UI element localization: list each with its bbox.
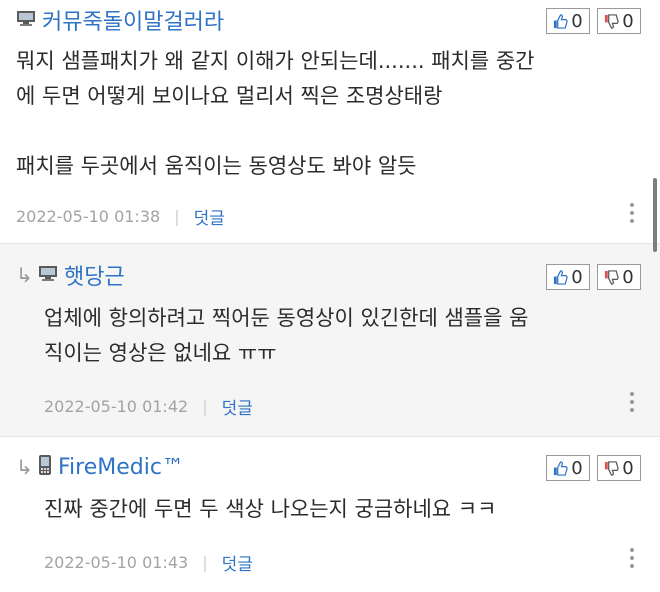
more-options-icon[interactable] bbox=[630, 392, 634, 412]
comment-header: 커뮤죽돌이말걸러라 bbox=[16, 5, 224, 35]
comment-text: 뭐지 샘플패치가 왜 같지 이해가 안되는데....... 패치를 중간 에 두… bbox=[16, 49, 535, 178]
comment-meta: 2022-05-10 01:38 | 덧글 bbox=[16, 204, 225, 229]
scrollbar[interactable] bbox=[653, 178, 657, 252]
reply-link[interactable]: 덧글 bbox=[222, 550, 253, 575]
comment-meta: 2022-05-10 01:43 | 덧글 bbox=[44, 550, 253, 575]
downvote-count: 0 bbox=[622, 457, 634, 479]
downvote-count: 0 bbox=[622, 266, 634, 288]
upvote-count: 0 bbox=[571, 10, 583, 32]
more-options-icon[interactable] bbox=[630, 548, 634, 568]
thumb-up-icon bbox=[554, 13, 568, 29]
upvote-button[interactable]: 0 bbox=[546, 455, 590, 481]
divider: | bbox=[202, 553, 208, 572]
comment-header: ↳ 햇당근 bbox=[16, 260, 125, 290]
reply-arrow-icon: ↳ bbox=[16, 263, 33, 287]
comment-author[interactable]: FireMedic™ bbox=[58, 455, 184, 480]
reply-link[interactable]: 덧글 bbox=[222, 394, 253, 419]
comment-text: 업체에 항의하려고 찍어둔 동영상이 있긴한데 샘플을 움 직이는 영상은 없네… bbox=[44, 306, 529, 365]
downvote-button[interactable]: 0 bbox=[597, 264, 641, 290]
upvote-count: 0 bbox=[571, 266, 583, 288]
comment-meta: 2022-05-10 01:42 | 덧글 bbox=[44, 394, 253, 419]
upvote-button[interactable]: 0 bbox=[546, 264, 590, 290]
vote-buttons: 0 0 bbox=[546, 455, 641, 481]
mobile-phone-icon bbox=[38, 454, 52, 480]
thumb-down-icon bbox=[605, 269, 619, 285]
reply-link[interactable]: 덧글 bbox=[194, 204, 225, 229]
comment-date: 2022-05-10 01:42 bbox=[44, 397, 189, 416]
downvote-count: 0 bbox=[622, 10, 634, 32]
thumb-up-icon bbox=[554, 460, 568, 476]
comment-author[interactable]: 커뮤죽돌이말걸러라 bbox=[42, 4, 224, 36]
thumb-up-icon bbox=[554, 269, 568, 285]
comment-text: 진짜 중간에 두면 두 색상 나오는지 궁금하네요 ㅋㅋ bbox=[44, 497, 497, 521]
comment-item: ↳ FireMedic™ 0 0 진짜 중간에 두면 두 색상 나오는지 궁금하… bbox=[0, 437, 660, 592]
more-options-icon[interactable] bbox=[630, 203, 634, 223]
reply-arrow-icon: ↳ bbox=[16, 455, 33, 479]
computer-icon bbox=[16, 10, 36, 30]
thumb-down-icon bbox=[605, 13, 619, 29]
comment-date: 2022-05-10 01:43 bbox=[44, 553, 189, 572]
vote-buttons: 0 0 bbox=[546, 8, 641, 34]
divider: | bbox=[174, 207, 180, 226]
upvote-count: 0 bbox=[571, 457, 583, 479]
upvote-button[interactable]: 0 bbox=[546, 8, 590, 34]
computer-icon bbox=[38, 265, 58, 285]
comment-header: ↳ FireMedic™ bbox=[16, 452, 184, 482]
divider: | bbox=[202, 397, 208, 416]
downvote-button[interactable]: 0 bbox=[597, 455, 641, 481]
vote-buttons: 0 0 bbox=[546, 264, 641, 290]
comment-date: 2022-05-10 01:38 bbox=[16, 207, 161, 226]
thumb-down-icon bbox=[605, 460, 619, 476]
comment-author[interactable]: 햇당근 bbox=[64, 259, 125, 291]
comment-item: ↳ 햇당근 0 0 업체에 항의하려고 찍어둔 동영상이 있긴한데 샘플을 움 … bbox=[0, 244, 660, 436]
downvote-button[interactable]: 0 bbox=[597, 8, 641, 34]
comment-item: 커뮤죽돌이말걸러라 0 0 뭐지 샘플패치가 왜 같지 이해가 안되는데....… bbox=[0, 0, 660, 243]
